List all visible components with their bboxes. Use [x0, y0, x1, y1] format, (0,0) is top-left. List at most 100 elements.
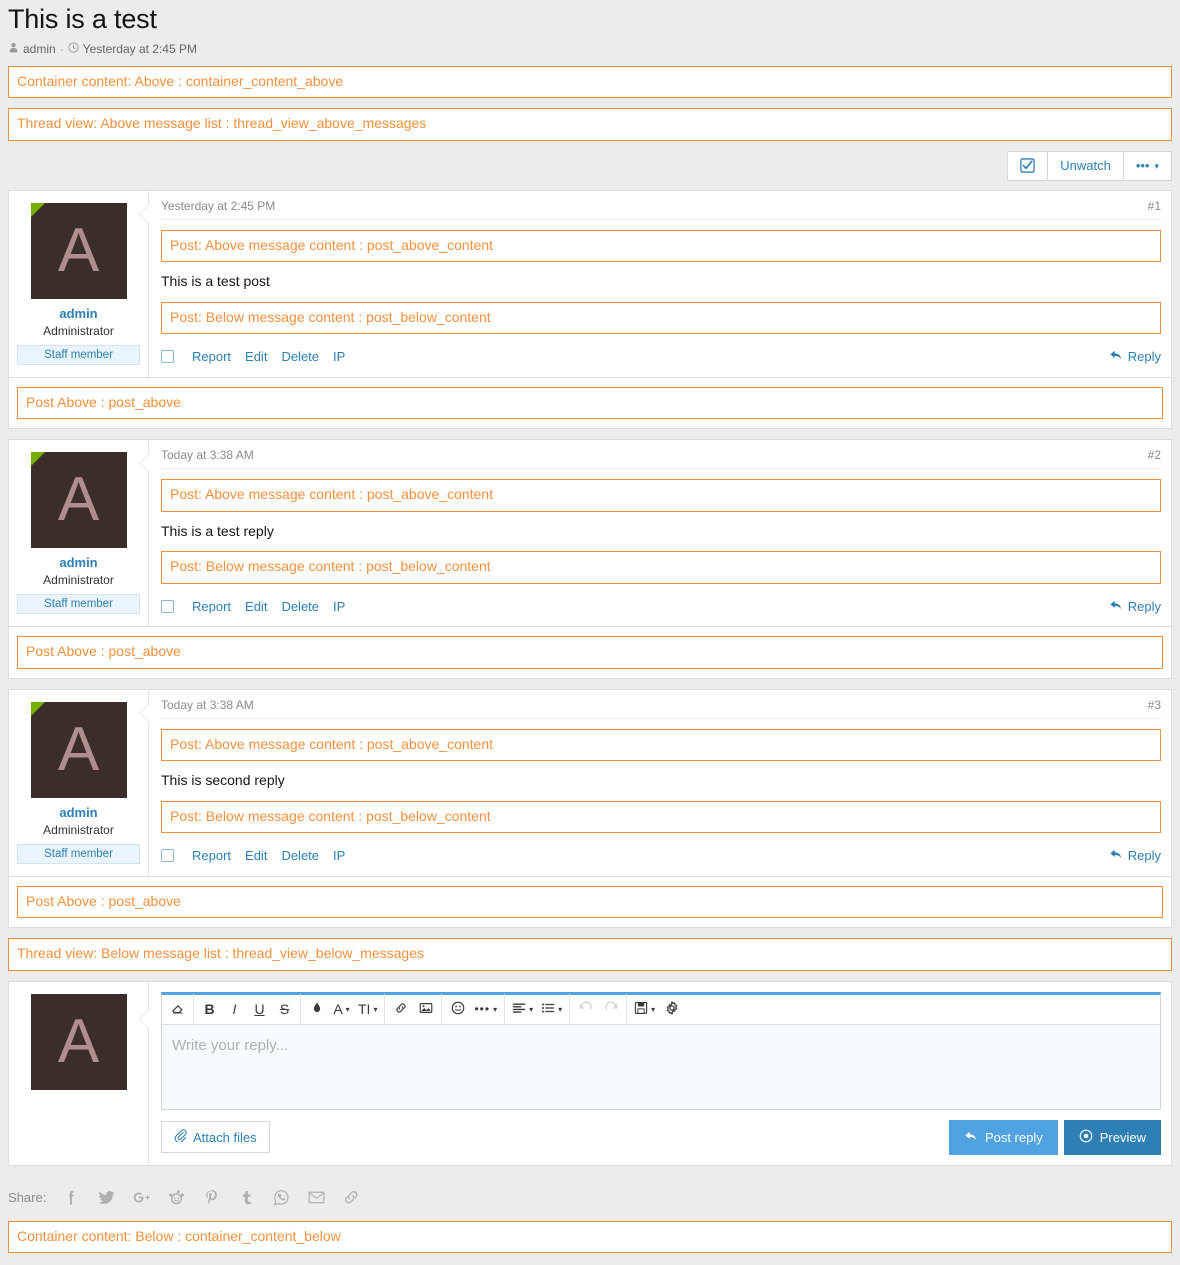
- message-action-edit[interactable]: Edit: [245, 599, 267, 614]
- preview-button[interactable]: Preview: [1064, 1120, 1161, 1155]
- bold-icon[interactable]: B: [197, 995, 222, 1023]
- editor-footer: Attach files Post reply Preview: [161, 1120, 1161, 1155]
- message-action-delete[interactable]: Delete: [281, 599, 319, 614]
- chevron-down-icon: ▾: [1154, 158, 1159, 174]
- avatar[interactable]: A: [31, 452, 127, 548]
- smilie-icon[interactable]: [445, 995, 470, 1023]
- avatar[interactable]: A: [31, 203, 127, 299]
- message-action-ip[interactable]: IP: [333, 848, 345, 863]
- thread-more-menu-button[interactable]: ••• ▾: [1123, 151, 1172, 181]
- message-reply-button[interactable]: Reply: [1109, 598, 1161, 615]
- italic-icon-glyph: I: [233, 1001, 237, 1017]
- message-select-checkbox[interactable]: [161, 849, 174, 862]
- google-plus-icon[interactable]: [132, 1188, 151, 1207]
- reply-input[interactable]: Write your reply...: [162, 1025, 1160, 1109]
- italic-icon[interactable]: I: [222, 995, 247, 1023]
- message-select-checkbox[interactable]: [161, 350, 174, 363]
- email-icon[interactable]: [307, 1188, 326, 1207]
- thread-date[interactable]: Yesterday at 2:45 PM: [83, 42, 197, 56]
- draft-icon-glyph: [634, 1001, 648, 1018]
- reply-arrow-icon: [964, 1129, 978, 1146]
- editor-box: BIUSA▾TI▾•••▾▾▾▾ Write your reply...: [161, 992, 1161, 1110]
- image-icon[interactable]: [413, 995, 438, 1023]
- text-color-icon-glyph: [310, 1001, 324, 1018]
- message-username[interactable]: admin: [17, 555, 140, 570]
- message-user-title: Administrator: [17, 324, 140, 338]
- message-date[interactable]: Today at 3:38 AM: [161, 448, 254, 462]
- whatsapp-icon[interactable]: [272, 1188, 291, 1207]
- message-body: This is a test post: [161, 272, 1161, 292]
- message-action-ip[interactable]: IP: [333, 599, 345, 614]
- facebook-icon[interactable]: [62, 1188, 81, 1207]
- post-above-strip-row: Post Above : post_above: [8, 627, 1172, 679]
- link-icon[interactable]: [388, 995, 413, 1023]
- editor-toolbar-group: ▾: [627, 994, 687, 1024]
- message-permalink[interactable]: #2: [1148, 448, 1161, 462]
- message-action-report[interactable]: Report: [192, 599, 231, 614]
- message-main: Today at 3:38 AM #2 Post: Above message …: [149, 440, 1171, 626]
- ellipsis-icon: •••: [1136, 158, 1150, 174]
- text-align-icon[interactable]: ▾: [508, 995, 537, 1023]
- message-date[interactable]: Today at 3:38 AM: [161, 698, 254, 712]
- eye-icon: [1079, 1129, 1093, 1146]
- message-username[interactable]: admin: [17, 306, 140, 321]
- more-options-icon[interactable]: •••▾: [470, 995, 501, 1023]
- thread-action-bar: Unwatch ••• ▾: [0, 151, 1180, 190]
- message-action-delete[interactable]: Delete: [281, 848, 319, 863]
- attach-files-button[interactable]: Attach files: [161, 1121, 270, 1153]
- strikethrough-icon[interactable]: S: [272, 995, 297, 1023]
- avatar-letter: A: [58, 216, 99, 285]
- message-action-delete[interactable]: Delete: [281, 349, 319, 364]
- message-username[interactable]: admin: [17, 805, 140, 820]
- list-icon[interactable]: ▾: [537, 995, 566, 1023]
- message-permalink[interactable]: #3: [1148, 698, 1161, 712]
- editor-main: BIUSA▾TI▾•••▾▾▾▾ Write your reply... Att…: [149, 982, 1171, 1165]
- debug-thread-view-above: Thread view: Above message list : thread…: [8, 108, 1172, 141]
- twitter-icon[interactable]: [97, 1188, 116, 1207]
- online-indicator-icon: [31, 203, 45, 217]
- watch-toggle-button[interactable]: [1007, 151, 1048, 181]
- reddit-icon[interactable]: [167, 1188, 186, 1207]
- link-icon[interactable]: [342, 1188, 361, 1207]
- text-color-icon[interactable]: [304, 995, 329, 1023]
- message-main: Yesterday at 2:45 PM #1 Post: Above mess…: [149, 191, 1171, 377]
- message-permalink[interactable]: #1: [1148, 199, 1161, 213]
- message-action-edit[interactable]: Edit: [245, 349, 267, 364]
- avatar[interactable]: A: [31, 702, 127, 798]
- editor-toolbar-group: BIUS: [194, 994, 301, 1024]
- font-size-icon[interactable]: TI▾: [354, 995, 381, 1023]
- chevron-down-icon: ▾: [493, 1005, 497, 1014]
- post-reply-button[interactable]: Post reply: [949, 1120, 1058, 1155]
- preview-label: Preview: [1100, 1130, 1146, 1145]
- editor-settings-icon[interactable]: [659, 995, 684, 1023]
- draft-icon[interactable]: ▾: [630, 995, 659, 1023]
- message-actions: Report Edit Delete IP: [161, 349, 345, 364]
- message-main: Today at 3:38 AM #3 Post: Above message …: [149, 690, 1171, 876]
- remove-format-icon[interactable]: [165, 995, 190, 1023]
- message-reply-button[interactable]: Reply: [1109, 348, 1161, 365]
- avatar[interactable]: A: [31, 994, 127, 1090]
- message-footer: Report Edit Delete IP Reply: [161, 843, 1161, 864]
- thread-author[interactable]: admin: [23, 42, 56, 56]
- message-action-report[interactable]: Report: [192, 848, 231, 863]
- unwatch-button[interactable]: Unwatch: [1047, 151, 1124, 181]
- message-action-edit[interactable]: Edit: [245, 848, 267, 863]
- clock-icon: [68, 42, 79, 56]
- editor-submit-group: Post reply Preview: [949, 1120, 1161, 1155]
- font-family-icon[interactable]: A▾: [329, 995, 354, 1023]
- debug-container-content-below: Container content: Below : container_con…: [8, 1221, 1172, 1254]
- font-family-icon-glyph: A: [333, 1001, 342, 1017]
- message-action-ip[interactable]: IP: [333, 349, 345, 364]
- editor-toolbar-group: A▾TI▾: [301, 994, 385, 1024]
- message-user-column: A admin Administrator Staff member: [9, 191, 149, 377]
- message-reply-button[interactable]: Reply: [1109, 847, 1161, 864]
- watch-button-group: Unwatch ••• ▾: [1007, 151, 1172, 181]
- message-date[interactable]: Yesterday at 2:45 PM: [161, 199, 275, 213]
- underline-icon[interactable]: U: [247, 995, 272, 1023]
- tumblr-icon[interactable]: [237, 1188, 256, 1207]
- message-user-banner: Staff member: [17, 594, 140, 614]
- message-action-report[interactable]: Report: [192, 349, 231, 364]
- message-select-checkbox[interactable]: [161, 600, 174, 613]
- debug-container-content-above: Container content: Above : container_con…: [8, 66, 1172, 99]
- pinterest-icon[interactable]: [202, 1188, 221, 1207]
